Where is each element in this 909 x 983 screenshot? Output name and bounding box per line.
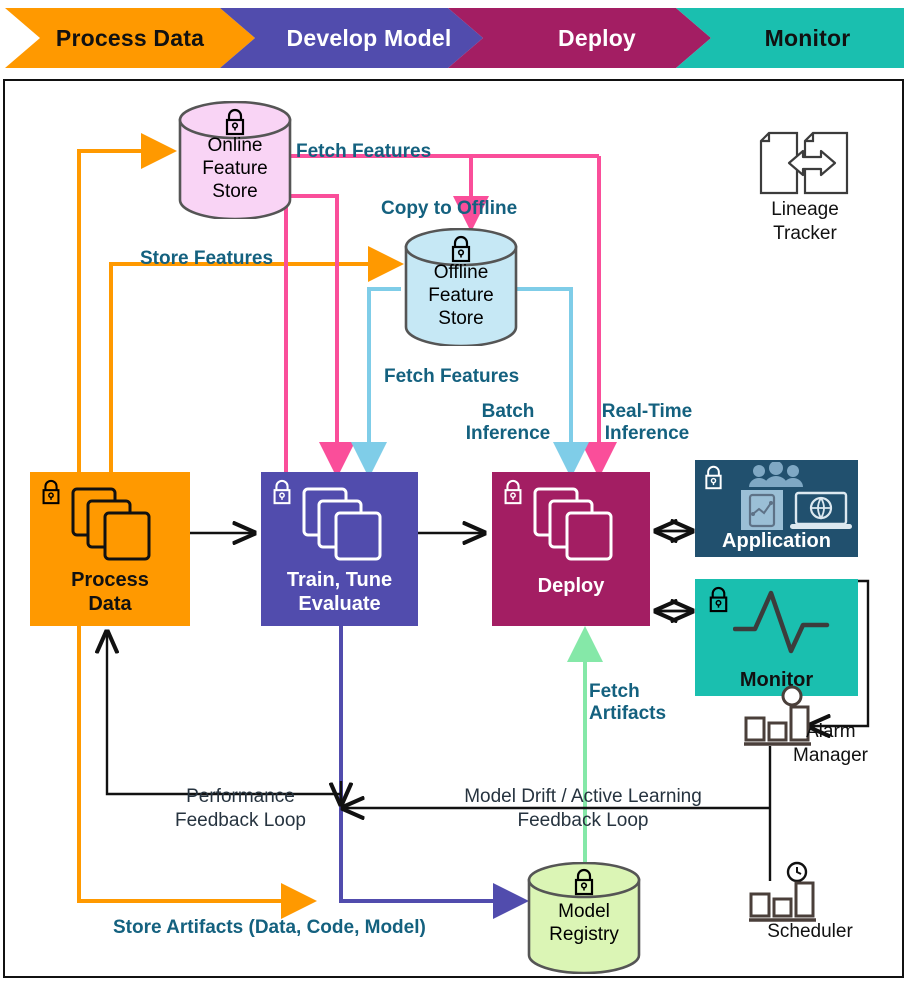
label-fetch-features-online: Fetch Features xyxy=(296,141,432,162)
lineage-tracker-line-0: Lineage xyxy=(771,199,839,220)
banner-stage-label-2: Deploy xyxy=(558,24,636,51)
model-registry-line-1: Registry xyxy=(549,924,619,945)
process-data-line-1: Data xyxy=(88,593,132,615)
label-store-artifacts: Store Artifacts (Data, Code, Model) xyxy=(113,917,426,938)
process-data-line-0: Process xyxy=(71,569,149,591)
label-fetch-artifacts: Fetch Artifacts xyxy=(589,681,667,724)
lock-icon xyxy=(42,479,60,505)
monitor-box[interactable]: Monitor xyxy=(695,579,858,696)
alarm-manager-line-1: Manager xyxy=(793,745,868,766)
process-data-box[interactable]: Process Data xyxy=(30,472,190,626)
banner-stage-label-3: Monitor xyxy=(764,24,851,51)
offline-store-line-2: Store xyxy=(438,308,484,329)
lock-icon xyxy=(574,868,594,896)
offline-store-line-1: Feature xyxy=(428,285,494,306)
online-store-line-1: Feature xyxy=(202,158,268,179)
label-batch-inference: Batch Inference xyxy=(465,401,551,444)
diagram-canvas: Fetch Features Copy to Offline Store Fea… xyxy=(3,79,904,978)
edge-online-fetch-horizontal-top xyxy=(284,156,337,483)
banner-stage-label-0: Process Data xyxy=(55,24,205,51)
scheduler-icon xyxy=(749,861,816,922)
lineage-tracker-icon xyxy=(759,131,849,195)
lineage-tracker-line-1: Tracker xyxy=(773,223,837,244)
edge-performance-feedback xyxy=(107,633,341,796)
model-registry-line-0: Model xyxy=(558,901,610,922)
lock-icon xyxy=(709,586,728,613)
banner-stage-label-1: Develop Model xyxy=(286,24,452,51)
deploy-box[interactable]: Deploy xyxy=(492,472,650,626)
users-and-devices-icon xyxy=(741,462,852,530)
label-copy-to-offline: Copy to Offline xyxy=(381,198,518,219)
label-model-drift-feedback-loop: Model Drift / Active Learning Feedback L… xyxy=(464,786,702,831)
lock-icon xyxy=(225,108,245,136)
online-store-line-0: Online xyxy=(207,135,263,156)
alarm-manager-line-0: Alarm xyxy=(806,721,856,742)
model-registry[interactable]: Model Registry xyxy=(526,862,642,974)
train-line-0: Train, Tune xyxy=(286,569,393,591)
train-tune-evaluate-box[interactable]: Train, Tune Evaluate xyxy=(261,472,418,626)
label-performance-feedback-loop: Performance Feedback Loop xyxy=(175,786,306,831)
scheduler[interactable]: Scheduler xyxy=(735,861,885,951)
application-box[interactable]: Application xyxy=(695,460,858,557)
lock-icon xyxy=(451,235,471,263)
documents-stack-icon xyxy=(533,487,613,561)
edge-train-to-registry xyxy=(339,626,529,919)
online-feature-store[interactable]: Online Feature Store xyxy=(177,101,293,219)
label-real-time-inference: Real-Time Inference xyxy=(601,401,693,444)
lock-icon xyxy=(273,479,291,505)
scheduler-line-0: Scheduler xyxy=(767,921,853,942)
documents-stack-icon xyxy=(71,487,151,561)
offline-feature-store[interactable]: Offline Feature Store xyxy=(403,228,519,346)
deploy-line-0: Deploy xyxy=(537,575,605,597)
pipeline-stage-banner: Process Data Develop Model Deploy Monito… xyxy=(0,0,909,73)
heartbeat-icon xyxy=(733,590,830,654)
lock-icon xyxy=(504,479,522,505)
lock-icon xyxy=(705,465,722,490)
label-fetch-features-offline: Fetch Features xyxy=(384,366,520,387)
train-line-1: Evaluate xyxy=(298,593,381,615)
documents-stack-icon xyxy=(302,487,382,561)
edge-online-to-train xyxy=(286,194,355,478)
edge-process-store-artifacts xyxy=(77,626,317,919)
alarm-manager[interactable]: Alarm Manager xyxy=(740,685,890,775)
offline-store-line-0: Offline xyxy=(433,262,489,283)
online-store-line-2: Store xyxy=(212,181,258,202)
label-store-features: Store Features xyxy=(140,248,274,269)
lineage-tracker[interactable]: Lineage Tracker xyxy=(730,131,880,251)
mlops-architecture-diagram: Process Data Develop Model Deploy Monito… xyxy=(0,0,909,983)
